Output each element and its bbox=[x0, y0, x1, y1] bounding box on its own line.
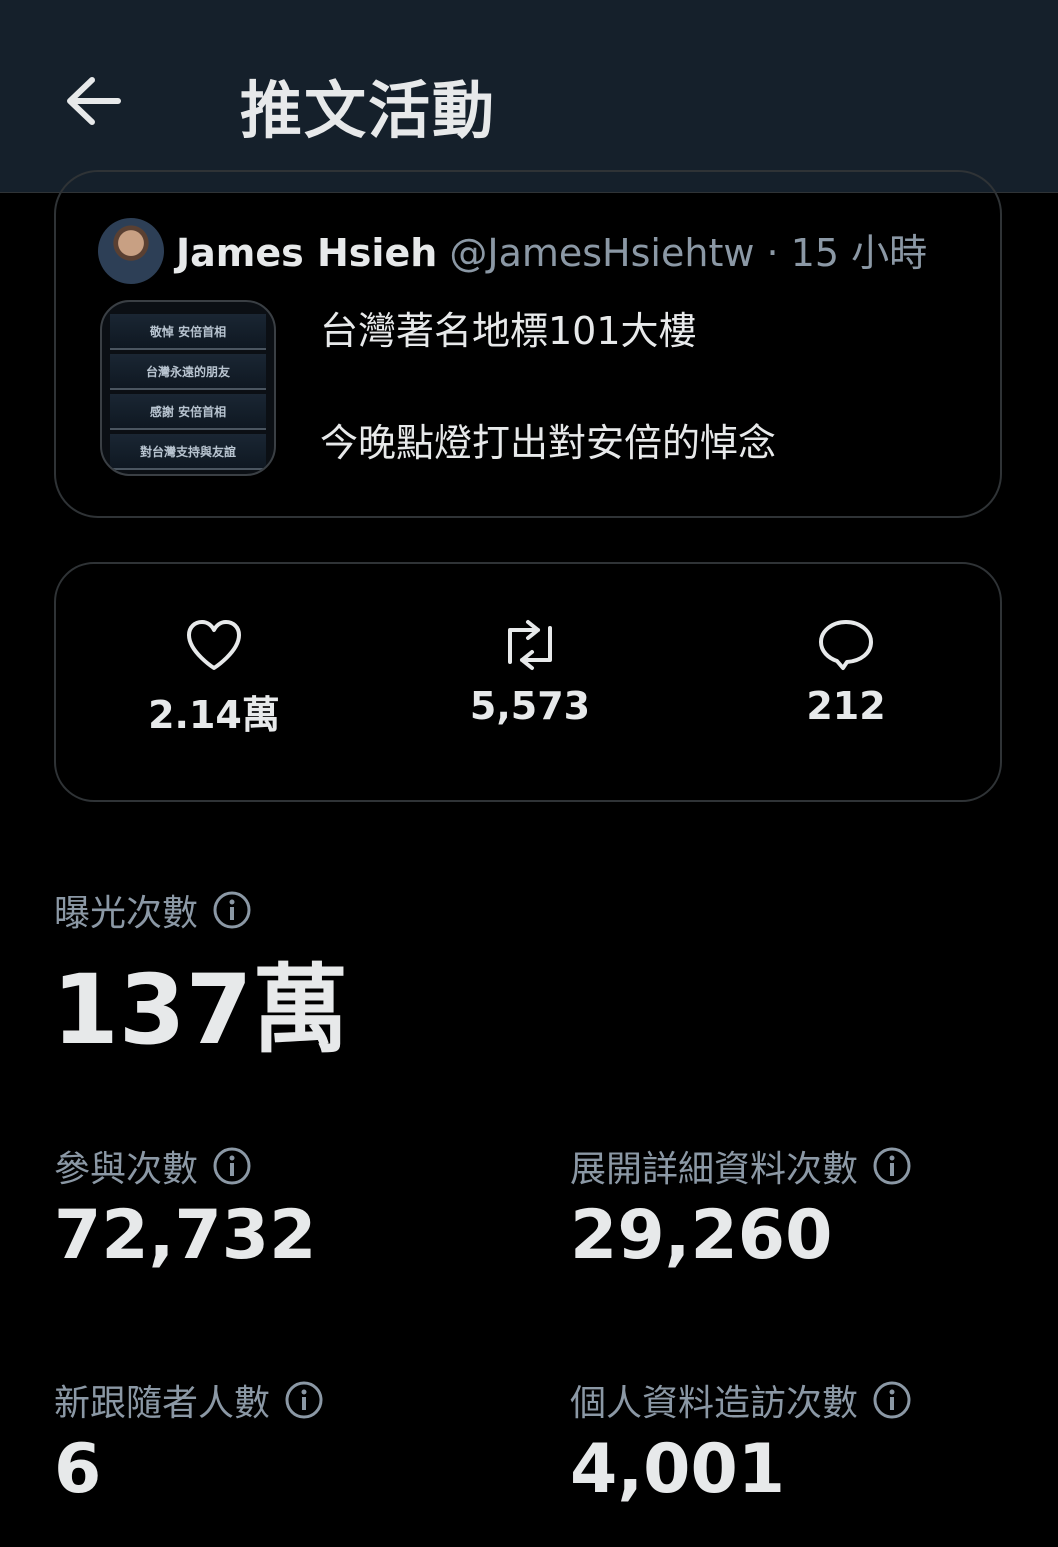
new-followers-value: 6 bbox=[54, 1430, 102, 1509]
tweet-text-line: 今晚點燈打出對安倍的悼念 bbox=[320, 421, 777, 465]
tweet-text-line: 台灣著名地標101大樓 bbox=[320, 309, 697, 353]
new-followers-label: 新跟隨者人數 bbox=[54, 1374, 324, 1426]
image-band: 敬悼 安倍首相 bbox=[110, 314, 266, 350]
info-icon[interactable] bbox=[872, 1146, 912, 1186]
engagements-label: 參與次數 bbox=[54, 1140, 252, 1192]
info-icon[interactable] bbox=[212, 1146, 252, 1186]
info-icon[interactable] bbox=[212, 890, 252, 930]
info-icon[interactable] bbox=[872, 1380, 912, 1420]
profile-visits-label: 個人資料造訪次數 bbox=[570, 1374, 912, 1426]
image-band: 台灣永遠的朋友 bbox=[110, 354, 266, 390]
profile-visits-value: 4,001 bbox=[570, 1430, 786, 1509]
replies-count: 212 bbox=[806, 684, 886, 728]
tweet-time: 15 小時 bbox=[790, 231, 928, 275]
top-bar: 推文活動 bbox=[0, 0, 1058, 193]
engagement-card: 2.14萬 5,573 212 bbox=[54, 562, 1002, 802]
heart-icon bbox=[187, 620, 241, 670]
likes-stat[interactable]: 2.14萬 bbox=[94, 618, 334, 739]
detail-expands-label: 展開詳細資料次數 bbox=[570, 1140, 912, 1192]
tweet-image[interactable]: 敬悼 安倍首相 台灣永遠的朋友 感謝 安倍首相 對台灣支持與友誼 bbox=[100, 300, 276, 476]
retweets-stat[interactable]: 5,573 bbox=[410, 618, 650, 728]
retweet-icon bbox=[508, 620, 552, 670]
avatar[interactable] bbox=[98, 218, 164, 284]
image-band: 感謝 安倍首相 bbox=[110, 394, 266, 430]
back-arrow-icon[interactable] bbox=[62, 70, 124, 132]
tweet-header: James Hsieh @JamesHsiehtw · 15 小時 bbox=[176, 222, 927, 277]
info-icon[interactable] bbox=[284, 1380, 324, 1420]
likes-count: 2.14萬 bbox=[148, 693, 280, 737]
author-name[interactable]: James Hsieh bbox=[176, 231, 437, 275]
retweets-count: 5,573 bbox=[469, 684, 591, 728]
image-band: 對台灣支持與友誼 bbox=[110, 434, 266, 470]
impressions-value: 137萬 bbox=[52, 954, 349, 1066]
impressions-label: 曝光次數 bbox=[54, 884, 252, 936]
detail-expands-value: 29,260 bbox=[570, 1196, 833, 1275]
tweet-card[interactable]: James Hsieh @JamesHsiehtw · 15 小時 敬悼 安倍首… bbox=[54, 170, 1002, 518]
reply-bubble-icon bbox=[819, 620, 873, 670]
replies-stat[interactable]: 212 bbox=[726, 618, 966, 728]
page-title: 推文活動 bbox=[240, 74, 497, 147]
author-handle[interactable]: @JamesHsiehtw bbox=[449, 231, 754, 275]
engagements-value: 72,732 bbox=[54, 1196, 317, 1275]
separator: · bbox=[754, 231, 791, 275]
